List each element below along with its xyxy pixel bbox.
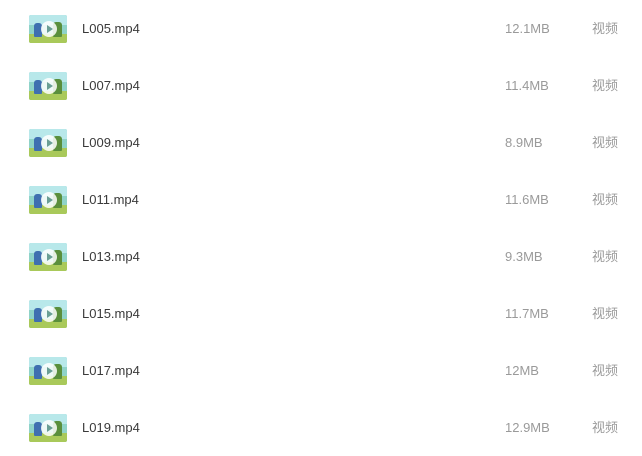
file-row[interactable]: L005.mp4 12.1MB 视频 xyxy=(0,0,642,57)
video-thumbnail-icon[interactable] xyxy=(29,15,67,43)
file-type: 视频 xyxy=(592,192,619,207)
file-name[interactable]: L017.mp4 xyxy=(82,362,140,379)
video-thumbnail-icon[interactable] xyxy=(29,186,67,214)
file-name[interactable]: L005.mp4 xyxy=(82,20,140,37)
play-icon xyxy=(41,135,57,151)
play-icon xyxy=(41,192,57,208)
file-size: 11.4MB xyxy=(505,78,549,93)
file-name[interactable]: L019.mp4 xyxy=(82,419,140,436)
file-list: L005.mp4 12.1MB 视频 L007.mp4 11.4MB 视频 L0… xyxy=(0,0,642,448)
file-row[interactable]: L017.mp4 12MB 视频 xyxy=(0,342,642,399)
file-type: 视频 xyxy=(592,306,619,321)
file-row[interactable]: L019.mp4 12.9MB 视频 xyxy=(0,399,642,456)
video-thumbnail-icon[interactable] xyxy=(29,300,67,328)
play-icon xyxy=(41,306,57,322)
video-thumbnail-icon[interactable] xyxy=(29,357,67,385)
file-size: 11.6MB xyxy=(505,192,549,207)
play-icon xyxy=(41,21,57,37)
file-name[interactable]: L013.mp4 xyxy=(82,248,140,265)
file-row[interactable]: L013.mp4 9.3MB 视频 xyxy=(0,228,642,285)
file-name[interactable]: L015.mp4 xyxy=(82,305,140,322)
file-name[interactable]: L011.mp4 xyxy=(82,191,139,208)
video-thumbnail-icon[interactable] xyxy=(29,129,67,157)
file-size: 12MB xyxy=(505,363,539,378)
file-type: 视频 xyxy=(592,363,619,378)
file-row[interactable]: L011.mp4 11.6MB 视频 xyxy=(0,171,642,228)
file-type: 视频 xyxy=(592,135,619,150)
play-icon xyxy=(41,249,57,265)
file-size: 8.9MB xyxy=(505,135,543,150)
file-type: 视频 xyxy=(592,249,619,264)
video-thumbnail-icon[interactable] xyxy=(29,414,67,442)
file-name[interactable]: L007.mp4 xyxy=(82,77,140,94)
file-size: 12.9MB xyxy=(505,420,550,435)
file-type: 视频 xyxy=(592,21,619,36)
file-size: 11.7MB xyxy=(505,306,549,321)
file-row[interactable]: L009.mp4 8.9MB 视频 xyxy=(0,114,642,171)
play-icon xyxy=(41,78,57,94)
play-icon xyxy=(41,363,57,379)
file-name[interactable]: L009.mp4 xyxy=(82,134,140,151)
file-size: 9.3MB xyxy=(505,249,543,264)
file-size: 12.1MB xyxy=(505,21,550,36)
file-type: 视频 xyxy=(592,78,619,93)
video-thumbnail-icon[interactable] xyxy=(29,243,67,271)
video-thumbnail-icon[interactable] xyxy=(29,72,67,100)
file-type: 视频 xyxy=(592,420,619,435)
play-icon xyxy=(41,420,57,436)
file-row[interactable]: L007.mp4 11.4MB 视频 xyxy=(0,57,642,114)
file-row[interactable]: L015.mp4 11.7MB 视频 xyxy=(0,285,642,342)
